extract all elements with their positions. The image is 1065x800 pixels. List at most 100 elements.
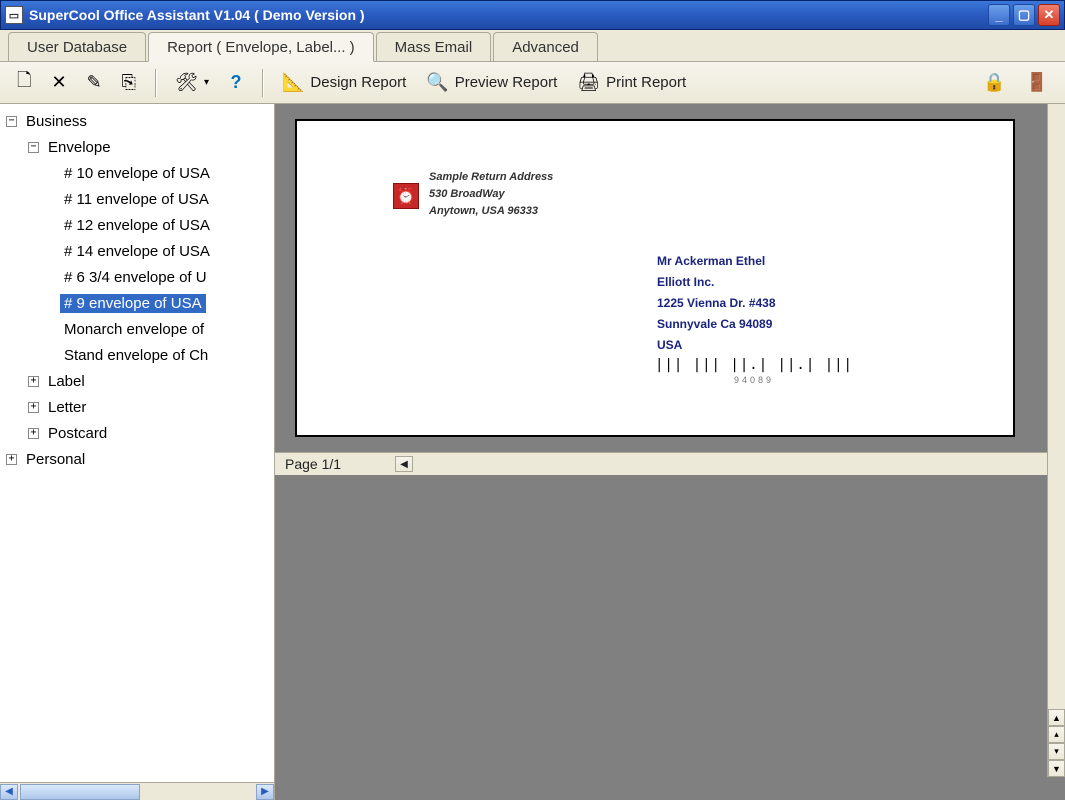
separator xyxy=(155,69,156,97)
barcode-number: 94089 xyxy=(655,375,853,385)
window-title: SuperCool Office Assistant V1.04 ( Demo … xyxy=(29,7,988,23)
tree-label: Postcard xyxy=(44,424,111,443)
tree-leaf-env12[interactable]: # 12 envelope of USA xyxy=(2,212,272,238)
barcode-block: ||| ||| ||.| ||.| ||| 94089 xyxy=(655,357,853,385)
tree-leaf-env634[interactable]: # 6 3/4 envelope of U xyxy=(2,264,272,290)
tree-label: Business xyxy=(22,112,91,131)
scroll-left-button[interactable]: ◀ xyxy=(0,784,18,800)
maximize-button[interactable]: ▢ xyxy=(1013,4,1035,26)
window-controls: _ ▢ ✕ xyxy=(988,4,1060,26)
toolbar: 🗋 ✕ ✎ ⎘ 🛠▾ ? 📐Design Report 🔍Preview Rep… xyxy=(0,62,1065,104)
return-line: Sample Return Address xyxy=(429,169,553,186)
tree-label: # 14 envelope of USA xyxy=(60,242,214,261)
recipient-line: 1225 Vienna Dr. #438 xyxy=(657,293,776,314)
help-icon: ? xyxy=(230,72,241,93)
tree-horizontal-scrollbar[interactable]: ◀ ▶ xyxy=(0,782,274,800)
body: −Business −Envelope # 10 envelope of USA… xyxy=(0,104,1065,800)
tab-user-database[interactable]: User Database xyxy=(8,32,146,61)
tree-leaf-env14[interactable]: # 14 envelope of USA xyxy=(2,238,272,264)
tree-label: # 6 3/4 envelope of U xyxy=(60,268,211,287)
edit-icon: ✎ xyxy=(87,72,102,93)
recipient-address: Mr Ackerman Ethel Elliott Inc. 1225 Vien… xyxy=(657,251,776,356)
tree-label: Envelope xyxy=(44,138,115,157)
design-report-label: Design Report xyxy=(310,74,406,91)
tab-advanced[interactable]: Advanced xyxy=(493,32,598,61)
tree-label: # 11 envelope of USA xyxy=(60,190,213,209)
settings-button[interactable]: 🛠▾ xyxy=(168,68,216,98)
tree-label: # 10 envelope of USA xyxy=(60,164,214,183)
delete-button[interactable]: ✕ xyxy=(44,68,73,98)
preview-panel: ⏰ Sample Return Address 530 BroadWay Any… xyxy=(275,104,1065,800)
preview-icon: 🔍 xyxy=(426,72,448,93)
lock-button[interactable]: 🔒 xyxy=(976,68,1012,98)
collapse-icon[interactable]: − xyxy=(28,142,39,153)
exit-button[interactable]: 🚪 xyxy=(1019,68,1055,98)
preview-report-label: Preview Report xyxy=(455,74,558,91)
tree-leaf-monarch[interactable]: Monarch envelope of xyxy=(2,316,272,342)
design-report-button[interactable]: 📐 Design Report xyxy=(275,68,413,98)
recipient-line: Sunnyvale Ca 94089 xyxy=(657,314,776,335)
tree-node-business[interactable]: −Business xyxy=(2,108,272,134)
design-icon: 📐 xyxy=(282,72,304,93)
minimize-button[interactable]: _ xyxy=(988,4,1010,26)
recipient-line: USA xyxy=(657,335,776,356)
recipient-line: Elliott Inc. xyxy=(657,272,776,293)
tree-label: # 12 envelope of USA xyxy=(60,216,214,235)
template-tree: −Business −Envelope # 10 envelope of USA… xyxy=(0,104,274,782)
tree-node-letter[interactable]: + Letter xyxy=(2,394,272,420)
page-up-button[interactable]: ▲ xyxy=(1048,709,1065,726)
lock-icon: 🔒 xyxy=(983,72,1005,93)
tree-leaf-env9[interactable]: # 9 envelope of USA xyxy=(2,290,272,316)
copy-button[interactable]: ⎘ xyxy=(115,68,143,98)
expand-icon[interactable]: + xyxy=(28,376,39,387)
scroll-track[interactable] xyxy=(18,784,256,800)
return-address-text: Sample Return Address 530 BroadWay Anyto… xyxy=(429,169,553,220)
return-line: 530 BroadWay xyxy=(429,186,553,203)
scroll-down-button[interactable]: ▾ xyxy=(1048,743,1065,760)
help-button[interactable]: ? xyxy=(222,68,250,98)
tree-label: Letter xyxy=(44,398,90,417)
new-file-icon: 🗋 xyxy=(17,68,31,98)
preview-vertical-scrollbar[interactable]: ▲ ▴ ▾ ▼ xyxy=(1047,104,1065,777)
rename-button[interactable]: ✎ xyxy=(80,68,109,98)
collapse-icon[interactable]: − xyxy=(6,116,17,127)
expand-icon[interactable]: + xyxy=(28,402,39,413)
tree-leaf-stand[interactable]: Stand envelope of Ch xyxy=(2,342,272,368)
expand-icon[interactable]: + xyxy=(6,454,17,465)
page-down-button[interactable]: ▼ xyxy=(1048,760,1065,777)
tree-leaf-env10[interactable]: # 10 envelope of USA xyxy=(2,160,272,186)
scroll-left-button[interactable]: ◀ xyxy=(395,456,413,472)
close-button[interactable]: ✕ xyxy=(1038,4,1060,26)
barcode: ||| ||| ||.| ||.| ||| xyxy=(655,357,853,373)
separator xyxy=(262,69,263,97)
new-button[interactable]: 🗋 xyxy=(10,68,38,98)
tab-mass-email[interactable]: Mass Email xyxy=(376,32,492,61)
tree-node-envelope[interactable]: −Envelope xyxy=(2,134,272,160)
tree-label: Monarch envelope of xyxy=(60,320,208,339)
tab-bar: User Database Report ( Envelope, Label..… xyxy=(0,30,1065,62)
print-icon: 🖨 xyxy=(577,72,600,93)
tree-leaf-env11[interactable]: # 11 envelope of USA xyxy=(2,186,272,212)
gear-icon: 🛠 xyxy=(175,72,198,93)
return-line: Anytown, USA 96333 xyxy=(429,203,553,220)
scroll-thumb[interactable] xyxy=(20,784,140,800)
tree-node-postcard[interactable]: + Postcard xyxy=(2,420,272,446)
tree-node-label[interactable]: + Label xyxy=(2,368,272,394)
preview-horizontal-scrollbar[interactable]: ◀ ▶ xyxy=(395,456,1065,472)
envelope-preview: ⏰ Sample Return Address 530 BroadWay Any… xyxy=(295,119,1015,437)
status-bar: Page 1/1 ◀ ▶ xyxy=(275,452,1065,475)
tree-label: # 9 envelope of USA xyxy=(60,294,206,313)
tree-label: Personal xyxy=(22,450,89,469)
print-report-label: Print Report xyxy=(606,74,686,91)
tab-report[interactable]: Report ( Envelope, Label... ) xyxy=(148,32,374,62)
scroll-right-button[interactable]: ▶ xyxy=(256,784,274,800)
exit-icon: 🚪 xyxy=(1026,72,1048,93)
scroll-track[interactable] xyxy=(413,456,1047,472)
print-report-button[interactable]: 🖨 Print Report xyxy=(570,68,693,98)
chevron-down-icon: ▾ xyxy=(204,77,209,88)
expand-icon[interactable]: + xyxy=(28,428,39,439)
preview-report-button[interactable]: 🔍 Preview Report xyxy=(419,68,564,98)
scroll-up-button[interactable]: ▴ xyxy=(1048,726,1065,743)
tree-node-personal[interactable]: + Personal xyxy=(2,446,272,472)
tree-label: Label xyxy=(44,372,89,391)
